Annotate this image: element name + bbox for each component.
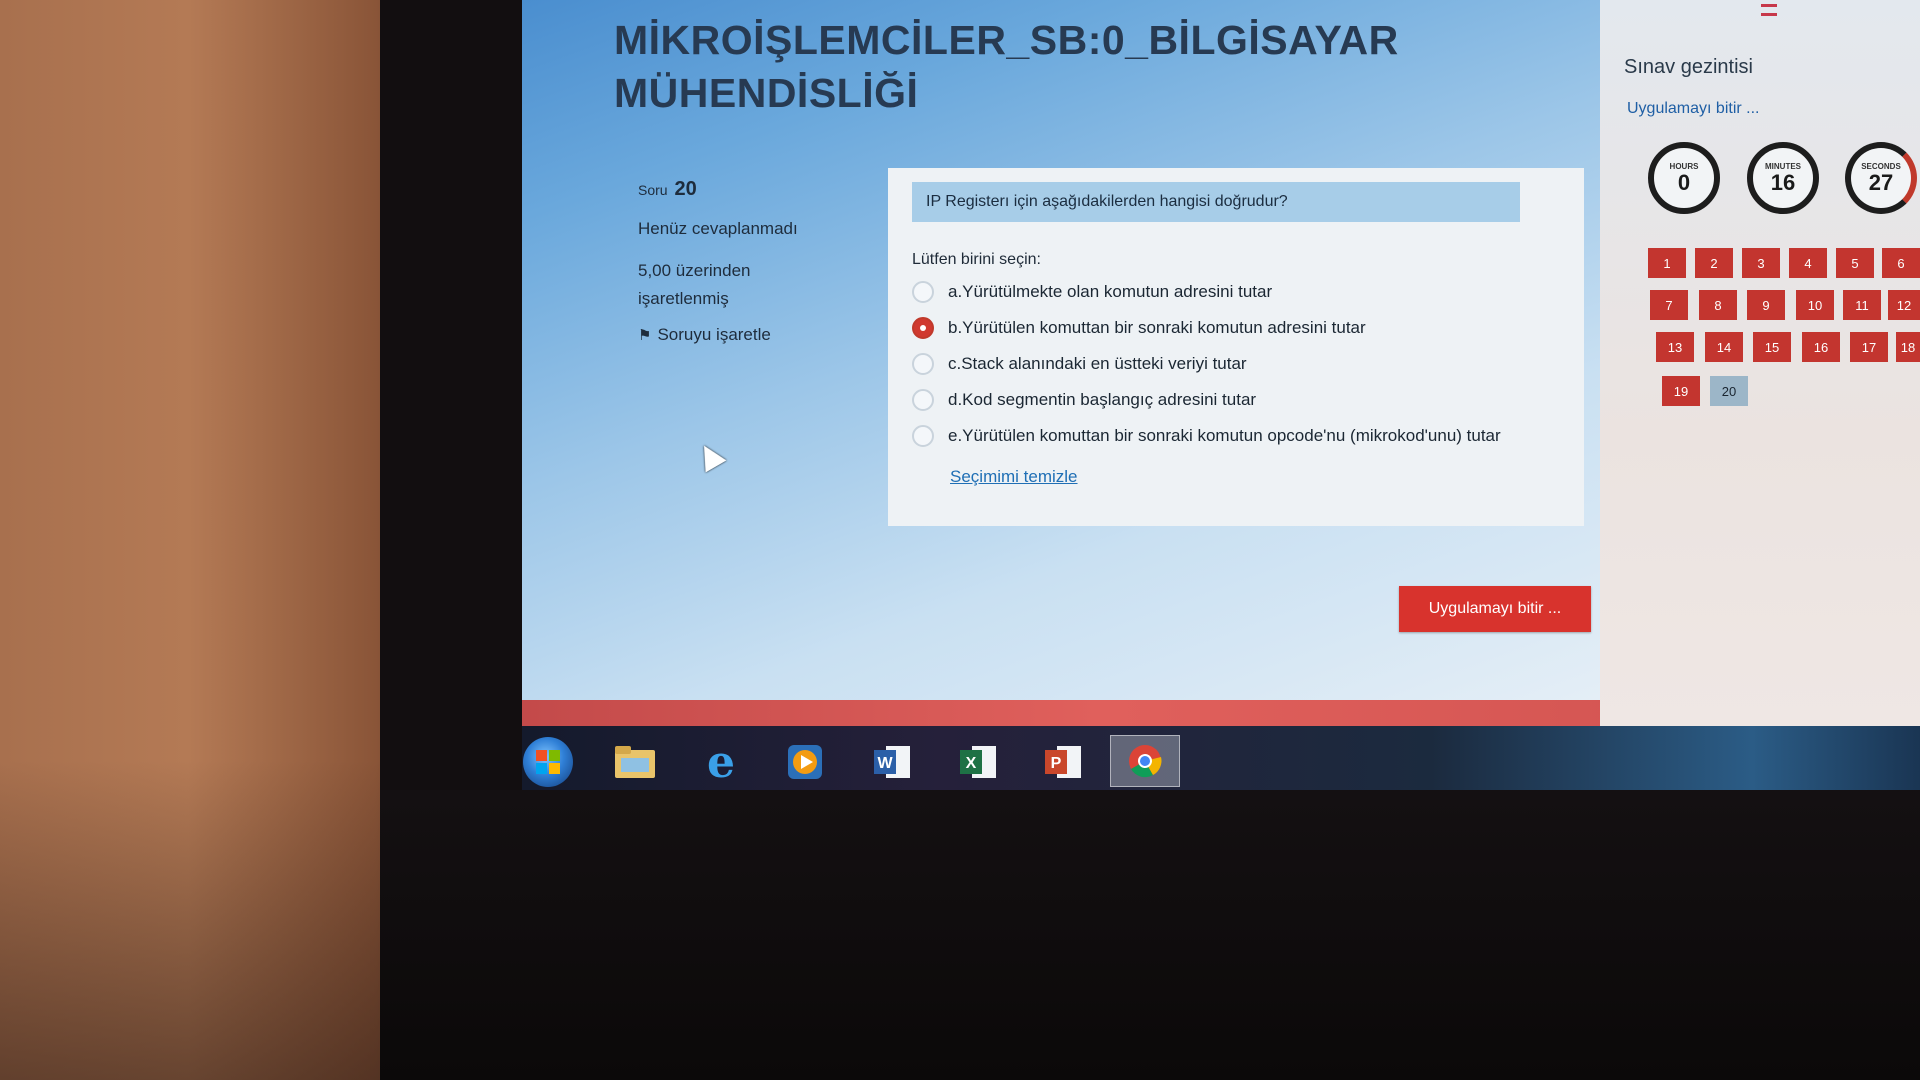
svg-text:P: P bbox=[1051, 755, 1062, 772]
question-text: IP Registerı için aşağıdakilerden hangis… bbox=[912, 182, 1520, 222]
question-number: 20 bbox=[674, 178, 697, 200]
radio-button[interactable] bbox=[912, 281, 934, 303]
footer-strip bbox=[522, 700, 1680, 726]
question-button-2[interactable]: 2 bbox=[1695, 248, 1733, 278]
question-button-10[interactable]: 10 bbox=[1796, 290, 1834, 320]
question-button-13[interactable]: 13 bbox=[1656, 332, 1694, 362]
flag-icon: ⚑ bbox=[638, 327, 652, 344]
svg-text:W: W bbox=[877, 755, 893, 772]
media-player-icon[interactable] bbox=[780, 738, 830, 786]
windows-logo-icon bbox=[536, 750, 560, 774]
mouse-cursor bbox=[693, 439, 727, 473]
finish-attempt-button[interactable]: Uygulamayı bitir ... bbox=[1399, 586, 1591, 632]
question-button-9[interactable]: 9 bbox=[1747, 290, 1785, 320]
question-button-15[interactable]: 15 bbox=[1753, 332, 1791, 362]
finish-attempt-link[interactable]: Uygulamayı bitir ... bbox=[1627, 100, 1759, 118]
flag-question-label: Soruyu işaretle bbox=[657, 325, 771, 344]
question-button-17[interactable]: 17 bbox=[1850, 332, 1888, 362]
flag-question-link[interactable]: ⚑ Soruyu işaretle bbox=[638, 325, 828, 345]
clear-selection-link[interactable]: Seçimimi temizle bbox=[950, 467, 1078, 487]
windows-start-icon[interactable] bbox=[523, 737, 573, 787]
answer-option-a[interactable]: a.Yürütülmekte olan komutun adresini tut… bbox=[912, 274, 1501, 310]
question-number-row: Soru 20 bbox=[638, 178, 828, 201]
internet-explorer-icon[interactable]: e bbox=[696, 737, 746, 788]
answer-option-label: a.Yürütülmekte olan komutun adresini tut… bbox=[948, 282, 1273, 301]
radio-button[interactable] bbox=[912, 389, 934, 411]
question-button-5[interactable]: 5 bbox=[1836, 248, 1874, 278]
question-button-18[interactable]: 18 bbox=[1896, 332, 1920, 362]
question-mark: 5,00 üzerinden işaretlenmiş bbox=[638, 261, 751, 308]
exam-main-area: MİKROİŞLEMCİLER_SB:0_BİLGİSAYAR MÜHENDİS… bbox=[522, 0, 1600, 700]
timer-minutes-value: 16 bbox=[1770, 169, 1796, 195]
answer-option-d[interactable]: d.Kod segmentin başlangıç adresini tutar bbox=[912, 382, 1501, 418]
menu-icon[interactable] bbox=[1761, 4, 1777, 16]
answer-prompt: Lütfen birini seçin: bbox=[912, 251, 1041, 268]
question-button-3[interactable]: 3 bbox=[1742, 248, 1780, 278]
page-title: MİKROİŞLEMCİLER_SB:0_BİLGİSAYAR MÜHENDİS… bbox=[614, 17, 1399, 116]
question-button-11[interactable]: 11 bbox=[1843, 290, 1881, 320]
question-button-7[interactable]: 7 bbox=[1650, 290, 1688, 320]
answer-option-label: c.Stack alanındaki en üstteki veriyi tut… bbox=[948, 354, 1247, 373]
question-button-14[interactable]: 14 bbox=[1705, 332, 1743, 362]
answer-options: a.Yürütülmekte olan komutun adresini tut… bbox=[912, 274, 1501, 454]
question-button-6[interactable]: 6 bbox=[1882, 248, 1920, 278]
powerpoint-icon[interactable]: P bbox=[1038, 738, 1088, 786]
svg-text:X: X bbox=[966, 755, 977, 772]
excel-icon[interactable]: X bbox=[953, 738, 1003, 786]
answer-option-b[interactable]: b.Yürütülen komuttan bir sonraki komutun… bbox=[912, 310, 1501, 346]
radio-button-checked[interactable] bbox=[912, 317, 934, 339]
timer-minutes: MINUTES 16 bbox=[1747, 142, 1819, 214]
chrome-icon[interactable] bbox=[1110, 735, 1180, 787]
question-card: IP Registerı için aşağıdakilerden hangis… bbox=[888, 168, 1584, 526]
answer-option-label: e.Yürütülen komuttan bir sonraki komutun… bbox=[948, 426, 1501, 445]
question-button-16[interactable]: 16 bbox=[1802, 332, 1840, 362]
word-icon[interactable]: W bbox=[867, 738, 917, 786]
question-button-1[interactable]: 1 bbox=[1648, 248, 1686, 278]
question-button-20-current[interactable]: 20 bbox=[1710, 376, 1748, 406]
answer-option-c[interactable]: c.Stack alanındaki en üstteki veriyi tut… bbox=[912, 346, 1501, 382]
radio-button[interactable] bbox=[912, 353, 934, 375]
timer-hours-value: 0 bbox=[1677, 169, 1691, 195]
question-button-19[interactable]: 19 bbox=[1662, 376, 1700, 406]
answer-option-e[interactable]: e.Yürütülen komuttan bir sonraki komutun… bbox=[912, 418, 1501, 454]
question-status: Henüz cevaplanmadı bbox=[638, 219, 798, 238]
timer-seconds-value: 27 bbox=[1868, 169, 1894, 195]
answer-option-label: b.Yürütülen komuttan bir sonraki komutun… bbox=[948, 318, 1366, 337]
quiz-navigation-title: Sınav gezintisi bbox=[1624, 56, 1753, 78]
question-button-8[interactable]: 8 bbox=[1699, 290, 1737, 320]
monitor-bezel-bottom bbox=[380, 790, 1920, 1080]
file-explorer-icon[interactable] bbox=[610, 738, 660, 786]
timer-seconds: SECONDS 27 bbox=[1845, 142, 1917, 214]
radio-button[interactable] bbox=[912, 425, 934, 447]
question-number-label: Soru bbox=[638, 182, 668, 198]
question-info: Soru 20 Henüz cevaplanmadı 5,00 üzerinde… bbox=[638, 178, 828, 345]
answer-option-label: d.Kod segmentin başlangıç adresini tutar bbox=[948, 390, 1257, 409]
question-button-12[interactable]: 12 bbox=[1888, 290, 1920, 320]
question-button-4[interactable]: 4 bbox=[1789, 248, 1827, 278]
timer-hours: HOURS 0 bbox=[1648, 142, 1720, 214]
